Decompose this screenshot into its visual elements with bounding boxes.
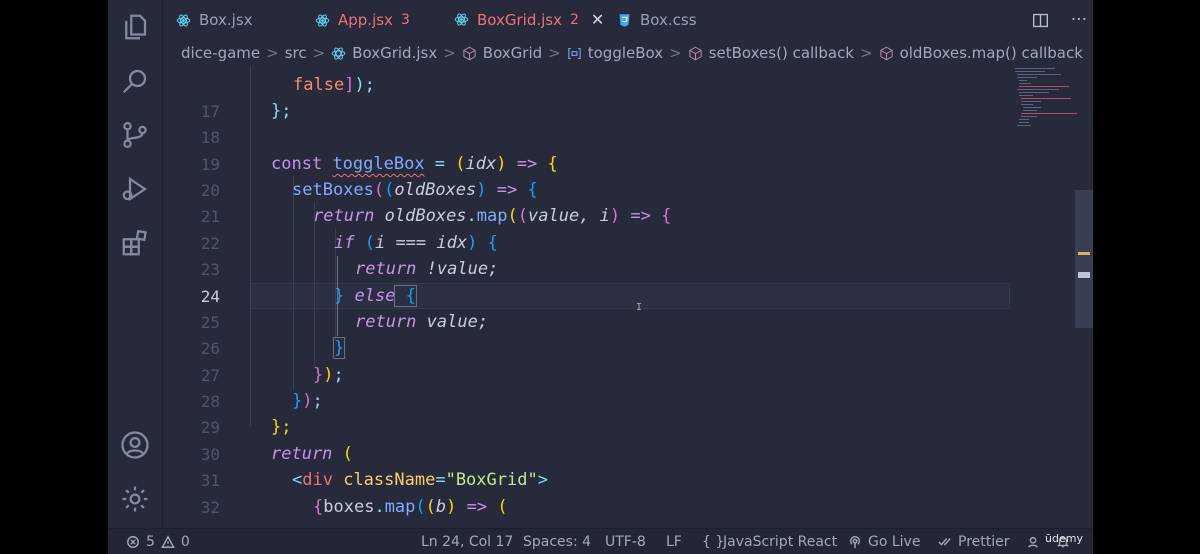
account-icon[interactable]	[118, 428, 152, 462]
code-line: 26 }	[200, 337, 346, 360]
status-bar: 5 0 Ln 24, Col 17 Spaces: 4 UTF-8 LF { }…	[108, 528, 1093, 554]
code-line: 18	[200, 127, 220, 147]
tab-label: BoxGrid.jsx	[477, 10, 562, 29]
tab-label: Box.jsx	[199, 11, 253, 29]
react-icon	[331, 46, 349, 61]
code-line: 31 <div className="BoxGrid">	[200, 470, 548, 491]
explorer-icon[interactable]	[118, 10, 152, 44]
code-line: 25 return value;	[200, 312, 489, 333]
cursor-position[interactable]: Ln 24, Col 17	[421, 529, 513, 554]
mouse-cursor-icon: I	[636, 302, 643, 313]
more-actions-icon[interactable]: ···	[1071, 10, 1087, 30]
indentation[interactable]: Spaces: 4	[523, 529, 591, 554]
source-control-icon[interactable]	[118, 118, 152, 152]
tab-label: App.jsx	[338, 11, 393, 29]
activity-bar	[108, 0, 163, 528]
breadcrumb-item[interactable]: BoxGrid.jsx	[352, 44, 437, 62]
breadcrumb-item[interactable]: BoxGrid	[483, 44, 542, 62]
code-line-current: 24 } else {	[200, 285, 417, 308]
cube-icon	[688, 46, 706, 61]
variable-icon	[567, 46, 585, 61]
extensions-icon[interactable]	[118, 226, 152, 260]
search-icon[interactable]	[118, 64, 152, 98]
cube-icon	[879, 46, 897, 61]
prettier-button[interactable]: Prettier	[938, 529, 1010, 554]
tab-app-jsx[interactable]: App.jsx 3	[314, 0, 410, 40]
minimap[interactable]	[1013, 66, 1077, 146]
breadcrumb-item[interactable]: setBoxes() callback	[709, 44, 854, 62]
line-ending[interactable]: LF	[666, 529, 682, 554]
breadcrumb: dice-game > src > BoxGrid.jsx > BoxGrid …	[181, 44, 1083, 62]
code-line: 19 const toggleBox = (idx) => {	[200, 154, 558, 175]
code-line: 20 setBoxes((oldBoxes) => {	[200, 180, 538, 201]
editor-tabs: Box.jsx App.jsx 3 BoxGrid.jsx 2 ✕ Box.cs…	[163, 0, 1093, 40]
code-line: 17 };	[200, 101, 292, 122]
run-debug-icon[interactable]	[118, 172, 152, 206]
error-count-badge: 2	[570, 11, 579, 28]
code-line: false]);	[293, 75, 375, 96]
encoding[interactable]: UTF-8	[605, 529, 646, 554]
code-line: 28 });	[200, 391, 323, 412]
code-line: 23 return !value;	[200, 259, 499, 280]
code-line: 29 };	[200, 417, 292, 438]
breadcrumb-item[interactable]: src	[285, 44, 307, 62]
close-icon[interactable]: ✕	[591, 10, 604, 29]
udemy-watermark: ūdemy	[1045, 532, 1083, 545]
settings-gear-icon[interactable]	[118, 482, 152, 516]
breadcrumb-item[interactable]: oldBoxes.map() callback	[900, 44, 1083, 62]
tab-box-jsx[interactable]: Box.jsx	[175, 0, 253, 40]
go-live-button[interactable]: Go Live	[848, 529, 920, 554]
error-count-badge: 3	[400, 12, 410, 28]
split-editor-icon[interactable]	[1032, 12, 1049, 29]
code-line: 32 {boxes.map((b) => (	[200, 497, 508, 518]
warning-icon	[161, 535, 175, 548]
breadcrumb-item[interactable]: dice-game	[181, 44, 260, 62]
language-mode[interactable]: JavaScript React	[723, 529, 837, 554]
problems-indicator[interactable]: 5 0	[126, 529, 190, 554]
braces-icon: { }	[702, 534, 725, 550]
scrollbar-cursor-marker	[1078, 272, 1090, 278]
tab-actions: ···	[1032, 0, 1087, 40]
breadcrumb-item[interactable]: toggleBox	[588, 44, 663, 62]
double-check-icon	[938, 538, 951, 546]
vertical-scrollbar[interactable]	[1075, 190, 1093, 328]
vscode-window: Box.jsx App.jsx 3 BoxGrid.jsx 2 ✕ Box.cs…	[108, 0, 1093, 554]
react-icon	[453, 12, 469, 28]
scrollbar-warning-marker	[1078, 252, 1090, 255]
react-icon	[314, 12, 330, 28]
react-icon	[175, 12, 191, 28]
tab-box-css[interactable]: Box.css	[616, 0, 697, 40]
code-line: 22 if (i === idx) {	[200, 233, 498, 254]
code-line: 27 });	[200, 365, 344, 386]
tab-boxgrid-jsx[interactable]: BoxGrid.jsx 2 ✕	[443, 0, 615, 40]
error-icon	[127, 536, 139, 548]
code-line: 21 return oldBoxes.map((value, i) => {	[200, 206, 672, 227]
css-icon	[616, 12, 632, 28]
cube-icon	[462, 46, 480, 61]
broadcast-icon	[849, 536, 861, 549]
feedback-icon[interactable]	[1026, 529, 1046, 554]
tab-label: Box.css	[640, 11, 697, 29]
code-line: 30 return (	[200, 444, 353, 465]
code-editor[interactable]: false]); 17 }; 18 19 const toggleBox = (…	[163, 66, 1013, 528]
